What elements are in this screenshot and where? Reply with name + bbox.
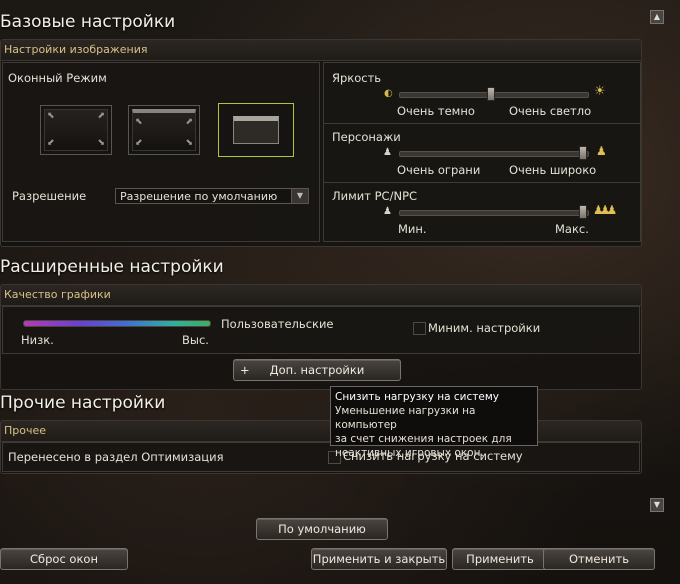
- expand-arrow-icon: ⬈: [185, 117, 193, 127]
- pc-npc-limit-min-label: Мин.: [398, 222, 427, 236]
- crowd-icon: ♟♟♟: [593, 203, 617, 217]
- expand-arrow-icon: ⬋: [47, 138, 55, 148]
- expand-arrow-icon: ⬈: [97, 111, 105, 121]
- resolution-dropdown[interactable]: Разрешение по умолчанию ▼: [115, 188, 309, 204]
- plus-icon: +: [240, 363, 250, 377]
- tooltip-line: Уменьшение нагрузки на компьютер: [335, 405, 476, 431]
- group-icon: ♟: [596, 144, 607, 158]
- characters-max-label: Очень широко: [509, 163, 597, 177]
- brightness-slider-thumb[interactable]: [487, 87, 495, 101]
- pc-npc-limit-slider-thumb[interactable]: [579, 205, 587, 219]
- other-settings-title: Прочие настройки: [0, 393, 166, 413]
- chevron-down-icon[interactable]: ▼: [291, 189, 308, 203]
- characters-min-label: Очень ограни: [397, 163, 481, 177]
- expand-arrow-icon: ⬊: [97, 138, 105, 148]
- cancel-button[interactable]: Отменить: [543, 548, 655, 570]
- expand-arrow-icon: ⬋: [135, 138, 143, 148]
- reset-windows-button[interactable]: Сброс окон: [0, 548, 128, 570]
- other-header: Прочее: [1, 421, 641, 442]
- characters-track[interactable]: [399, 151, 589, 157]
- brightness-label: Яркость: [332, 71, 382, 85]
- person-icon: ♟: [383, 206, 392, 217]
- apply-button[interactable]: Применить: [452, 548, 548, 570]
- pc-npc-limit-track[interactable]: [399, 210, 589, 216]
- min-settings-label: Миним. настройки: [428, 321, 541, 335]
- expand-arrow-icon: ⬊: [185, 138, 193, 148]
- borderless-mode-button[interactable]: ⬉ ⬈ ⬋ ⬊: [128, 105, 200, 155]
- graphics-preset-label: Пользовательские: [221, 317, 334, 331]
- expand-arrow-icon: ⬉: [135, 117, 143, 127]
- basic-settings-title: Базовые настройки: [0, 12, 176, 32]
- characters-slider-thumb[interactable]: [579, 146, 587, 160]
- pc-npc-limit-label: Лимит PC/NPC: [332, 189, 418, 203]
- reduce-load-tooltip: Снизить нагрузку на систему Уменьшение н…: [330, 386, 538, 459]
- resolution-value: Разрешение по умолчанию: [120, 190, 278, 203]
- apply-close-button[interactable]: Применить и закрыть: [311, 548, 447, 570]
- windowed-mode-button[interactable]: [218, 103, 294, 157]
- window-mode-label: Оконный Режим: [8, 71, 107, 85]
- advanced-settings-title: Расширенные настройки: [0, 257, 224, 277]
- scroll-up-button[interactable]: ▲: [650, 10, 664, 24]
- graphics-low-label: Низк.: [21, 333, 54, 347]
- tooltip-line: неактивных игровых окон.: [335, 447, 484, 459]
- graphics-quality-header: Качество графики: [1, 285, 641, 306]
- moon-icon: ◐: [384, 88, 393, 99]
- brightness-max-label: Очень светло: [509, 104, 592, 118]
- brightness-min-label: Очень темно: [397, 104, 475, 118]
- min-settings-checkbox[interactable]: [413, 322, 426, 335]
- sun-icon: ☀: [594, 84, 606, 99]
- scroll-down-button[interactable]: ▼: [650, 498, 664, 512]
- image-settings-header: Настройки изображения: [1, 40, 641, 61]
- windowed-mode-preview: [233, 116, 279, 144]
- fullscreen-mode-button[interactable]: ⬉ ⬈ ⬋ ⬊: [40, 105, 112, 155]
- graphics-high-label: Выс.: [182, 333, 209, 347]
- characters-label: Персонажи: [332, 130, 401, 144]
- expand-arrow-icon: ⬉: [47, 111, 55, 121]
- extra-settings-label: Доп. настройки: [269, 363, 365, 377]
- tooltip-line: за счет снижения настроек для: [335, 433, 512, 445]
- person-icon: ♟: [383, 147, 392, 158]
- moved-to-optimization-text: Перенесено в раздел Оптимизация: [8, 450, 224, 464]
- pc-npc-limit-max-label: Макс.: [555, 222, 589, 236]
- resolution-label: Разрешение: [12, 189, 87, 203]
- default-button[interactable]: По умолчанию: [256, 518, 388, 540]
- extra-settings-button[interactable]: + Доп. настройки: [233, 359, 401, 381]
- graphics-quality-slider[interactable]: [23, 320, 211, 327]
- tooltip-title: Снизить нагрузку на систему: [335, 391, 499, 403]
